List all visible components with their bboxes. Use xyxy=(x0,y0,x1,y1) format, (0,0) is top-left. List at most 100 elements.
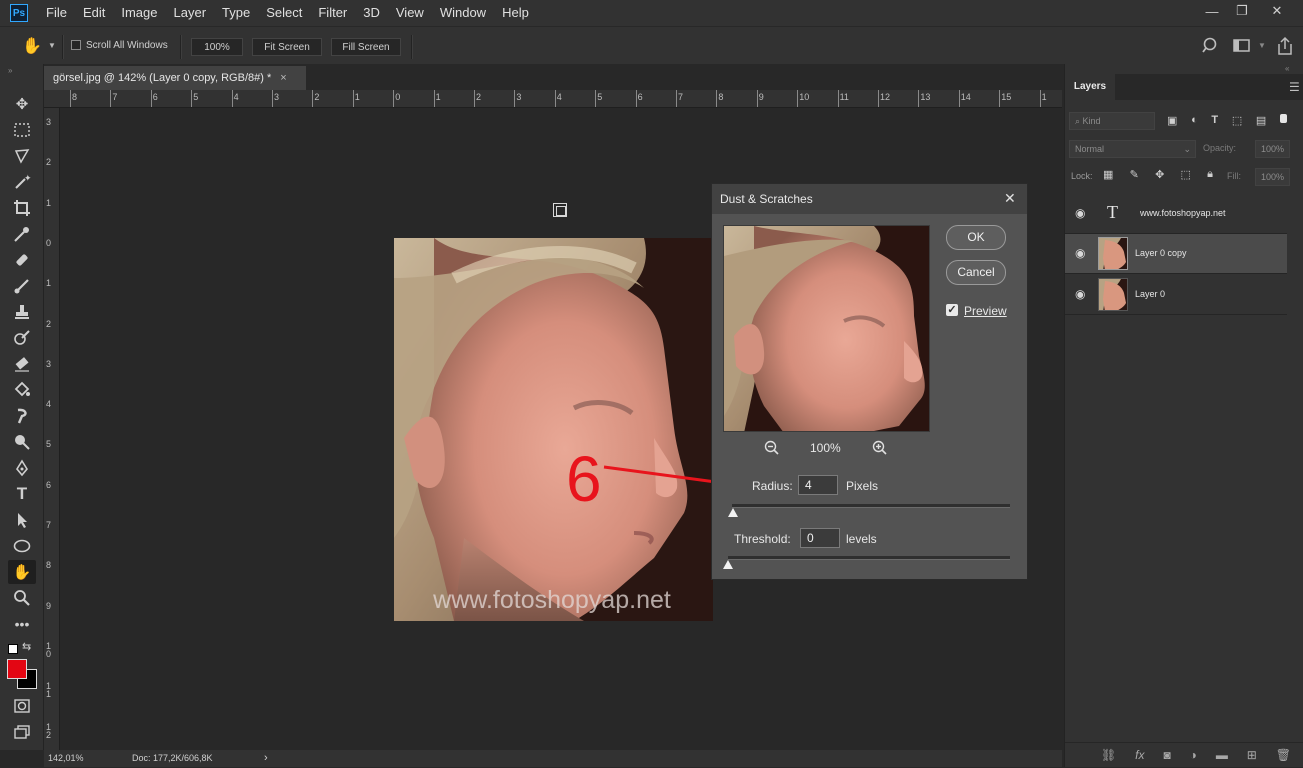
brush-tool-icon[interactable] xyxy=(8,274,36,298)
workspace-icon[interactable] xyxy=(1233,38,1251,57)
marquee-tool-icon[interactable] xyxy=(8,118,36,142)
layer-filter-kind[interactable]: ⌕ Kind xyxy=(1069,112,1155,130)
menu-file[interactable]: File xyxy=(38,0,75,26)
layers-tab[interactable]: Layers xyxy=(1065,74,1115,100)
threshold-slider-thumb[interactable] xyxy=(723,560,733,569)
blend-mode-select[interactable]: Normal ⌄ xyxy=(1069,140,1196,158)
swap-colors-icon[interactable]: ⇆ xyxy=(22,640,31,653)
zoom-level[interactable]: 142,01% xyxy=(48,753,84,763)
hand-icon[interactable]: ✋ xyxy=(22,36,46,56)
menu-layer[interactable]: Layer xyxy=(166,0,215,26)
fill-input[interactable]: 100% xyxy=(1255,168,1290,186)
pen-tool-icon[interactable] xyxy=(8,456,36,480)
ok-button[interactable]: OK xyxy=(946,225,1006,250)
zoom-out-icon[interactable] xyxy=(764,440,780,459)
zoom-in-icon[interactable] xyxy=(872,440,888,459)
new-group-icon[interactable]: ▬ xyxy=(1216,748,1228,762)
filter-type-icon[interactable]: T xyxy=(1211,114,1218,128)
visibility-eye-icon[interactable]: ◉ xyxy=(1075,207,1087,219)
move-tool-icon[interactable]: ✥ xyxy=(8,92,36,116)
paint-bucket-tool-icon[interactable] xyxy=(8,378,36,402)
link-layers-icon[interactable]: ⛓ xyxy=(1101,748,1116,762)
lock-image-icon[interactable]: ✎ xyxy=(1130,168,1139,182)
adjustment-layer-icon[interactable]: ◑ xyxy=(1190,748,1197,762)
menu-filter[interactable]: Filter xyxy=(310,0,355,26)
visibility-eye-icon[interactable]: ◉ xyxy=(1075,288,1087,300)
layer-row-text[interactable]: ◉ T www.fotoshopyap.net xyxy=(1065,194,1287,234)
threshold-input[interactable]: 0 xyxy=(800,528,840,548)
smudge-tool-icon[interactable] xyxy=(8,404,36,428)
layer-name[interactable]: Layer 0 copy xyxy=(1135,248,1187,258)
menu-select[interactable]: Select xyxy=(258,0,310,26)
dodge-tool-icon[interactable] xyxy=(8,430,36,454)
dialog-close-icon[interactable]: ✕ xyxy=(1004,190,1016,207)
workspace-chevron-icon[interactable]: ▼ xyxy=(1258,41,1266,50)
lock-transparent-icon[interactable]: ▦ xyxy=(1103,168,1113,182)
menu-view[interactable]: View xyxy=(388,0,432,26)
zoom-tool-icon[interactable] xyxy=(8,586,36,610)
menu-window[interactable]: Window xyxy=(432,0,494,26)
crop-tool-icon[interactable] xyxy=(8,196,36,220)
filter-preview[interactable] xyxy=(723,225,930,432)
search-icon[interactable] xyxy=(1202,37,1220,58)
layer-name[interactable]: Layer 0 xyxy=(1135,289,1165,299)
menu-type[interactable]: Type xyxy=(214,0,258,26)
threshold-slider[interactable] xyxy=(728,556,1010,560)
new-layer-icon[interactable]: ⊞ xyxy=(1247,748,1257,762)
close-window-button[interactable]: ✕ xyxy=(1262,0,1292,22)
radius-slider-thumb[interactable] xyxy=(728,508,739,517)
opacity-input[interactable]: 100% xyxy=(1255,140,1290,158)
lock-artboard-icon[interactable]: ⬚ xyxy=(1181,168,1191,182)
radius-input[interactable]: 4 xyxy=(798,475,838,495)
clone-stamp-tool-icon[interactable] xyxy=(8,300,36,324)
default-colors-icon[interactable] xyxy=(8,644,18,654)
history-brush-tool-icon[interactable] xyxy=(8,326,36,350)
more-tools-icon[interactable]: ••• xyxy=(8,612,36,636)
menu-help[interactable]: Help xyxy=(494,0,537,26)
radius-slider[interactable] xyxy=(732,504,1010,508)
menu-image[interactable]: Image xyxy=(113,0,165,26)
ellipse-tool-icon[interactable] xyxy=(8,534,36,558)
cancel-button[interactable]: Cancel xyxy=(946,260,1006,285)
hand-tool-icon[interactable]: ✋ xyxy=(8,560,36,584)
restore-button[interactable]: ❐ xyxy=(1227,0,1257,22)
eyedropper-tool-icon[interactable] xyxy=(8,222,36,246)
panel-menu-icon[interactable]: ☰ xyxy=(1289,80,1300,94)
share-icon[interactable] xyxy=(1276,36,1294,59)
minimize-button[interactable]: — xyxy=(1197,0,1227,22)
add-mask-icon[interactable]: ◙ xyxy=(1163,748,1170,762)
document-tab[interactable]: görsel.jpg @ 142% (Layer 0 copy, RGB/8#)… xyxy=(44,66,306,90)
layer-row-base[interactable]: ◉ Layer 0 xyxy=(1065,275,1287,315)
scroll-all-windows-checkbox[interactable] xyxy=(71,40,81,50)
path-selection-tool-icon[interactable] xyxy=(8,508,36,532)
screen-mode-icon[interactable] xyxy=(8,720,36,744)
document-image[interactable]: www.fotoshopyap.net xyxy=(394,238,713,621)
fill-screen-button[interactable]: Fill Screen xyxy=(331,38,401,56)
magic-wand-tool-icon[interactable]: ✦ xyxy=(8,170,36,194)
foreground-color-swatch[interactable] xyxy=(7,659,27,679)
filter-pixel-icon[interactable]: ▣ xyxy=(1167,114,1177,128)
delete-layer-icon[interactable]: 🗑︎ xyxy=(1276,748,1291,762)
layer-row-selected[interactable]: ◉ Layer 0 copy xyxy=(1065,234,1287,274)
lock-all-icon[interactable]: 🔒︎ xyxy=(1207,168,1213,182)
filter-smart-object-icon[interactable]: ▤ xyxy=(1256,114,1266,128)
fx-icon[interactable]: fx xyxy=(1135,748,1144,762)
lock-position-icon[interactable]: ✥ xyxy=(1155,168,1164,182)
filter-shape-icon[interactable]: ⬚ xyxy=(1232,114,1242,128)
filter-toggle-icon[interactable] xyxy=(1279,114,1287,123)
quick-mask-icon[interactable] xyxy=(8,694,36,718)
collapse-panel-icon[interactable]: « xyxy=(1285,64,1289,73)
type-tool-icon[interactable]: T xyxy=(8,482,36,506)
preview-checkbox[interactable]: ✓ xyxy=(946,304,958,316)
lasso-tool-icon[interactable] xyxy=(8,144,36,168)
layer-name[interactable]: www.fotoshopyap.net xyxy=(1140,208,1226,218)
chevron-down-icon[interactable]: ▼ xyxy=(48,41,56,50)
status-menu-arrow[interactable]: › xyxy=(264,752,268,764)
healing-brush-tool-icon[interactable] xyxy=(8,248,36,272)
menu-edit[interactable]: Edit xyxy=(75,0,113,26)
collapse-toolbar-icon[interactable]: » xyxy=(8,66,12,75)
menu-3d[interactable]: 3D xyxy=(355,0,388,26)
eraser-tool-icon[interactable] xyxy=(8,352,36,376)
filter-adjustment-icon[interactable]: ◐ xyxy=(1191,114,1198,128)
document-tab-close[interactable]: × xyxy=(280,72,286,84)
